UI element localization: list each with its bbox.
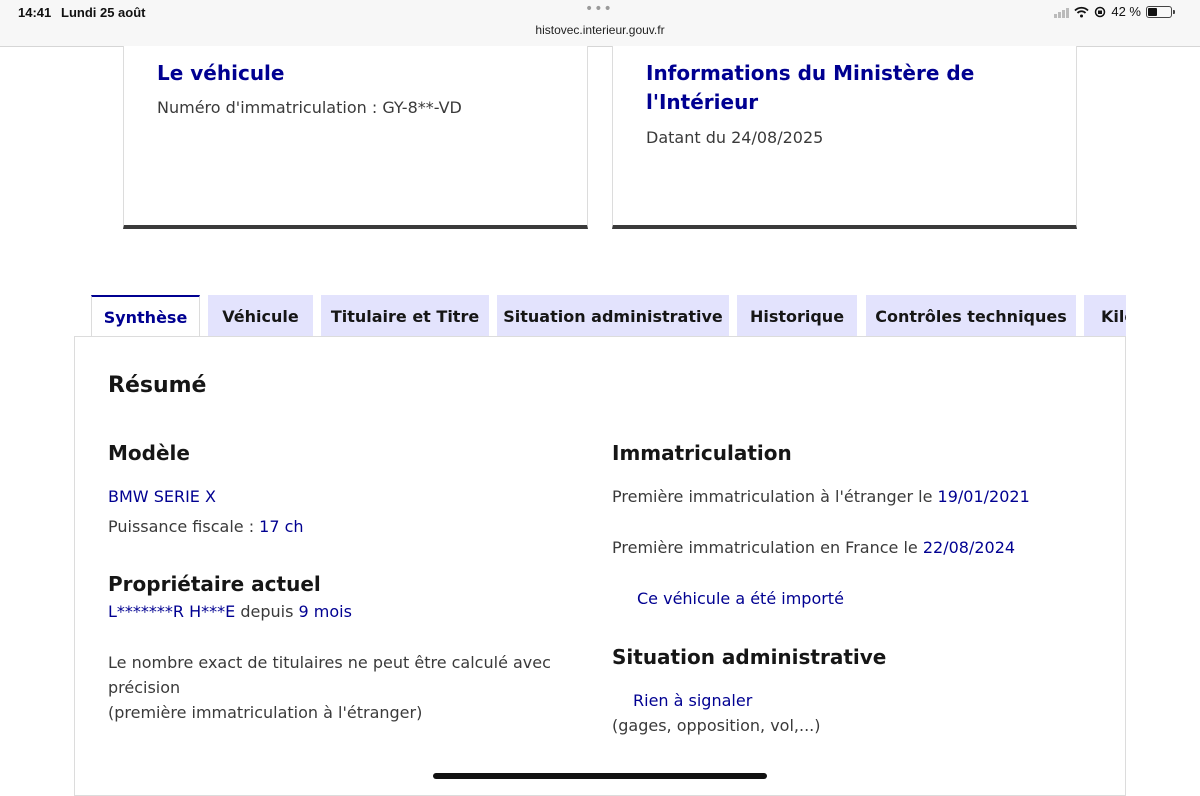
plate-label: Numéro d'immatriculation : <box>157 98 383 117</box>
foreign-registration-date: 19/01/2021 <box>937 487 1030 506</box>
owners-note-line1: Le nombre exact de titulaires ne peut êt… <box>108 653 551 672</box>
current-owner-heading: Propriétaire actuel <box>108 572 321 596</box>
ministry-card-title-line1: Informations du Ministère de <box>646 61 975 85</box>
current-owner-line: L*******R H***E depuis 9 mois <box>108 602 352 621</box>
imported-vehicle-notice: Ce véhicule a été importé <box>637 589 844 608</box>
foreign-registration-label: Première immatriculation à l'étranger le <box>612 487 938 506</box>
foreign-registration-line: Première immatriculation à l'étranger le… <box>612 487 1030 506</box>
vehicle-card: Le véhicule Numéro d'immatriculation : G… <box>123 46 588 229</box>
ministry-card-title-line2: l'Intérieur <box>646 90 759 114</box>
owners-note-line3: (première immatriculation à l'étranger) <box>108 703 423 722</box>
status-time: 14:41 <box>18 5 52 20</box>
status-date: Lundi 25 août <box>61 5 146 20</box>
data-date-label: Datant du <box>646 128 732 147</box>
summary-title: Résumé <box>108 373 207 398</box>
admin-situation-heading: Situation administrative <box>612 645 887 669</box>
registration-heading: Immatriculation <box>612 441 792 465</box>
tab-controles-techniques[interactable]: Contrôles techniques <box>866 295 1076 337</box>
battery-icon <box>1146 5 1175 18</box>
tab-historique[interactable]: Historique <box>737 295 857 337</box>
france-registration-label: Première immatriculation en France le <box>612 538 923 557</box>
owner-since-label: depuis <box>235 602 299 621</box>
fiscal-power-value: 17 ch <box>259 517 304 536</box>
ministry-card: Informations du Ministère de l'Intérieur… <box>612 46 1077 229</box>
model-heading: Modèle <box>108 441 190 465</box>
owner-name: L*******R H***E <box>108 602 236 621</box>
tab-bar: Synthèse Véhicule Titulaire et Titre Sit… <box>91 295 1126 337</box>
signal-icon <box>1054 6 1070 18</box>
tab-synthese[interactable]: Synthèse <box>91 295 200 337</box>
home-indicator[interactable] <box>433 773 767 779</box>
status-bar: 14:41 Lundi 25 août ••• histovec.interie… <box>0 0 1200 47</box>
orientation-lock-icon <box>1095 6 1106 17</box>
france-registration-date: 22/08/2024 <box>922 538 1016 557</box>
model-name: BMW SERIE X <box>108 487 216 506</box>
owner-since: 9 mois <box>298 602 352 621</box>
data-date-line: Datant du 24/08/2025 <box>646 128 823 147</box>
plate-number: GY-8**-VD <box>382 98 462 117</box>
plate-line: Numéro d'immatriculation : GY-8**-VD <box>157 98 462 117</box>
more-dots-icon[interactable]: ••• <box>585 1 613 17</box>
admin-situation-detail: (gages, opposition, vol,...) <box>612 716 821 735</box>
address-bar-url[interactable]: histovec.interieur.gouv.fr <box>0 23 1200 37</box>
admin-situation-status: Rien à signaler <box>633 691 753 710</box>
france-registration-line: Première immatriculation en France le 22… <box>612 538 1015 557</box>
data-date: 24/08/2025 <box>731 128 824 147</box>
tab-panel-synthese <box>74 336 1126 796</box>
tab-kilometrage[interactable]: Kilométrage <box>1084 295 1126 337</box>
battery-percent: 42 % <box>1111 4 1141 19</box>
wifi-icon <box>1074 6 1090 17</box>
fiscal-power-line: Puissance fiscale : 17 ch <box>108 517 304 536</box>
fiscal-power-label: Puissance fiscale : <box>108 517 260 536</box>
status-indicators: 42 % <box>1054 4 1175 19</box>
tab-vehicule[interactable]: Véhicule <box>208 295 313 337</box>
tab-situation-administrative[interactable]: Situation administrative <box>497 295 729 337</box>
battery-fill <box>1148 7 1157 16</box>
owners-note-line2: précision <box>108 678 181 697</box>
vehicle-card-title: Le véhicule <box>157 61 285 85</box>
tab-titulaire-titre[interactable]: Titulaire et Titre <box>321 295 489 337</box>
